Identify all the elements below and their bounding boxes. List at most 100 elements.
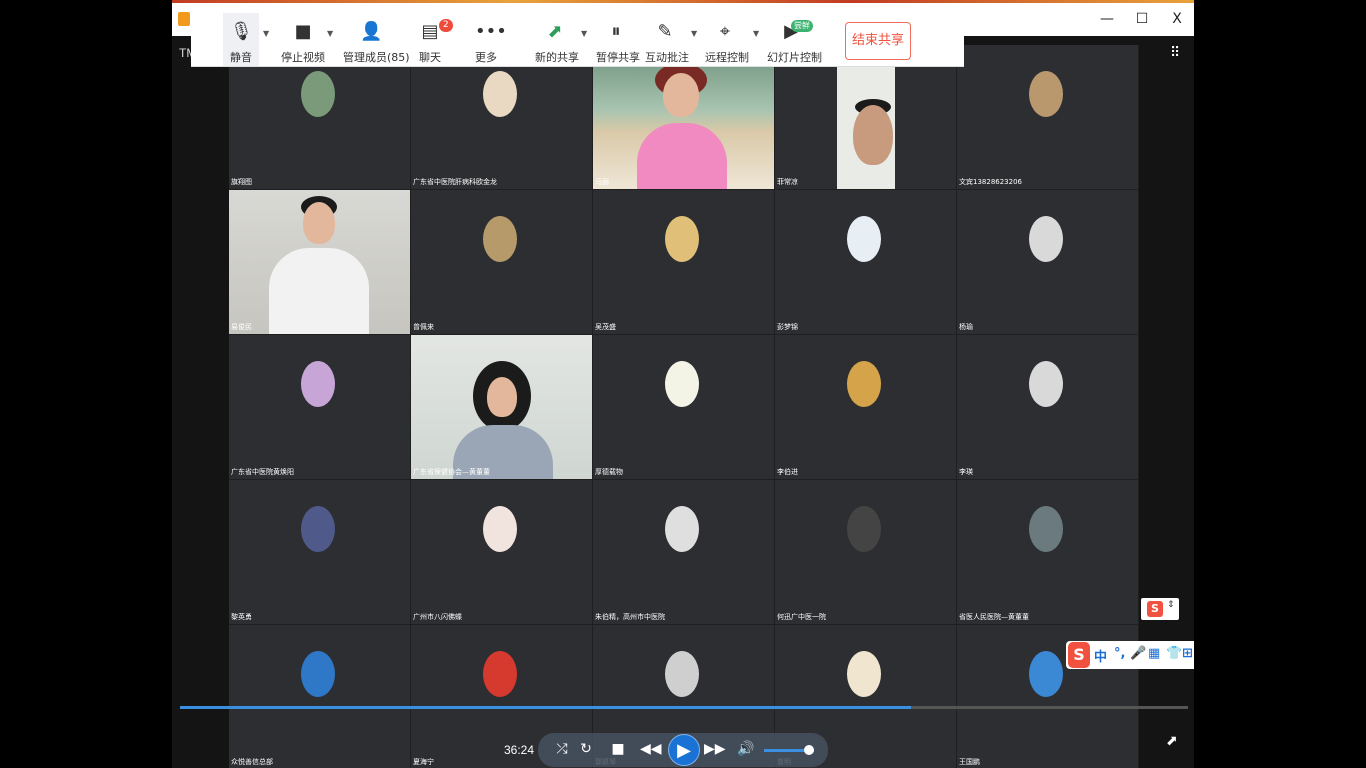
participant-tile[interactable]: 何迅广中医一院 <box>775 480 956 624</box>
mute-button[interactable]: 🎙 静音 ▼ <box>223 13 269 66</box>
participant-avatar <box>847 506 881 552</box>
participant-name: 朱伯精，高州市中医院 <box>595 613 665 621</box>
playback-time: 36:24 <box>504 743 535 757</box>
remote-control-button[interactable]: ⌖ 远程控制 ▼ <box>705 13 759 66</box>
new-share-button[interactable]: ⬈ 新的共享 ▼ <box>535 13 587 66</box>
more-button[interactable]: ••• 更多 <box>473 13 507 66</box>
participant-avatar <box>847 216 881 262</box>
stop-video-button[interactable]: ■ 停止视频 ▼ <box>281 13 333 66</box>
volume-slider[interactable] <box>764 745 814 755</box>
participant-name: 广东省保健协会—黄董董 <box>413 468 490 476</box>
participant-name: 黎英勇 <box>231 613 252 621</box>
close-button[interactable]: X <box>1162 8 1192 30</box>
skin-icon[interactable]: 👕 <box>1166 646 1182 661</box>
participant-tile[interactable]: 李伯进 <box>775 335 956 479</box>
participant-tile[interactable]: 广州市八闪佛蝶 <box>411 480 592 624</box>
microphone-icon[interactable]: 🎤 <box>1130 646 1146 661</box>
participant-name: 众悦善信总部 <box>231 758 273 766</box>
manage-members-label: 管理成员(85) <box>343 51 410 64</box>
participant-avatar <box>301 71 335 117</box>
participant-avatar <box>665 651 699 697</box>
minimize-button[interactable]: — <box>1092 8 1122 30</box>
video-player-window: — ☐ X TM ⠿ 旗翔图 广东省中医院肝病科欧金龙 马丽 菲常凉 文宾1382862… <box>172 0 1194 768</box>
more-icon: ••• <box>475 21 507 42</box>
participant-tile[interactable]: 易俊民 <box>229 190 410 334</box>
remote-control-icon: ⌖ <box>719 21 731 42</box>
participant-tile[interactable]: 彭梦锦 <box>775 190 956 334</box>
new-share-label: 新的共享 <box>535 51 579 64</box>
ime-punctuation-toggle[interactable]: °, <box>1114 646 1125 661</box>
participant-tile[interactable]: 李瑛 <box>957 335 1138 479</box>
ime-toolbar: S 中 °, 🎤 ▦ 👕 ⊞ <box>1066 641 1194 669</box>
stop-icon[interactable]: ■ <box>608 741 628 757</box>
chevron-updown-icon[interactable]: ⇕ <box>1167 600 1175 610</box>
participant-avatar <box>847 651 881 697</box>
manage-members-button[interactable]: 👤 管理成员(85) <box>343 13 410 66</box>
slideshow-control-button[interactable]: ▶ 尝鲜 幻灯片控制 <box>767 13 822 66</box>
participant-name: 省医人民医院—黄董董 <box>959 613 1029 621</box>
participant-video <box>411 335 592 479</box>
participant-tile[interactable]: 文宾13828623206 <box>957 45 1138 189</box>
chevron-down-icon[interactable]: ▼ <box>691 29 697 38</box>
chevron-down-icon[interactable]: ▼ <box>581 29 587 38</box>
members-icon: 👤 <box>360 21 383 42</box>
fast-forward-icon[interactable]: ▶▶ <box>704 741 726 757</box>
participant-avatar <box>301 651 335 697</box>
chat-button[interactable]: ▤ 2 聊天 <box>417 13 453 66</box>
volume-icon[interactable]: 🔊 <box>736 741 756 757</box>
participant-tile[interactable]: 厚德载物 <box>593 335 774 479</box>
keyboard-icon[interactable]: ▦ <box>1148 646 1160 661</box>
participant-avatar <box>1029 506 1063 552</box>
participant-tile[interactable]: 广东省中医院黄焕阳 <box>229 335 410 479</box>
participant-avatar <box>847 361 881 407</box>
chat-badge: 2 <box>439 19 453 32</box>
sogou-logo-icon: S <box>1147 601 1163 617</box>
refresh-icon[interactable]: ↻ <box>576 741 596 757</box>
volume-fill <box>764 749 809 752</box>
participant-tile[interactable]: 广东省保健协会—黄董董 <box>411 335 592 479</box>
participant-tile[interactable]: 杨瑜 <box>957 190 1138 334</box>
external-link-icon[interactable]: ⬈ <box>1166 733 1178 749</box>
pause-share-button[interactable]: ⏸ 暂停共享 <box>596 13 640 66</box>
participant-tile[interactable]: 吴茂盛 <box>593 190 774 334</box>
participant-tile[interactable]: 省医人民医院—黄董董 <box>957 480 1138 624</box>
ime-mini-toolbar[interactable]: S ⇕ <box>1141 598 1179 620</box>
microphone-icon: 🎙 <box>230 21 253 42</box>
toolbox-icon[interactable]: ⊞ <box>1182 646 1193 661</box>
play-button[interactable]: ▶ <box>668 734 700 766</box>
participant-name: 曾佩来 <box>413 323 434 331</box>
volume-knob[interactable] <box>804 745 814 755</box>
participant-avatar <box>1029 361 1063 407</box>
participant-avatar <box>665 361 699 407</box>
participant-avatar <box>1029 651 1063 697</box>
participant-name: 何迅广中医一院 <box>777 613 826 621</box>
rewind-icon[interactable]: ◀◀ <box>640 741 662 757</box>
annotate-button[interactable]: ✎ 互动批注 ▼ <box>645 13 697 66</box>
end-share-button[interactable]: 结束共享 <box>845 22 911 60</box>
participant-name: 文宾13828623206 <box>959 178 1022 186</box>
participant-avatar <box>483 506 517 552</box>
chevron-down-icon[interactable]: ▼ <box>327 29 333 38</box>
participant-name: 易俊民 <box>231 323 252 331</box>
annotate-icon: ✎ <box>657 21 673 42</box>
seek-bar[interactable] <box>180 706 1188 709</box>
ime-language-toggle[interactable]: 中 <box>1094 646 1107 665</box>
repeat-icon[interactable]: ⤮ <box>552 741 572 757</box>
chat-label: 聊天 <box>419 51 441 64</box>
slideshow-badge: 尝鲜 <box>791 20 813 32</box>
maximize-button[interactable]: ☐ <box>1127 8 1157 30</box>
participant-name: 彭梦锦 <box>777 323 798 331</box>
participant-tile[interactable]: 曾佩来 <box>411 190 592 334</box>
chevron-down-icon[interactable]: ▼ <box>753 29 759 38</box>
participant-avatar <box>1029 71 1063 117</box>
participant-avatar <box>665 216 699 262</box>
participant-tile[interactable]: 朱伯精，高州市中医院 <box>593 480 774 624</box>
participant-tile[interactable]: 众悦善信总部 <box>229 625 410 768</box>
participant-name: 菲常凉 <box>777 178 798 186</box>
chevron-down-icon[interactable]: ▼ <box>263 29 269 38</box>
participant-tile[interactable]: 黎英勇 <box>229 480 410 624</box>
layout-toggle-icon[interactable]: ⠿ <box>1170 45 1186 61</box>
participant-name: 李伯进 <box>777 468 798 476</box>
participant-name: 吴茂盛 <box>595 323 616 331</box>
participant-avatar <box>301 361 335 407</box>
